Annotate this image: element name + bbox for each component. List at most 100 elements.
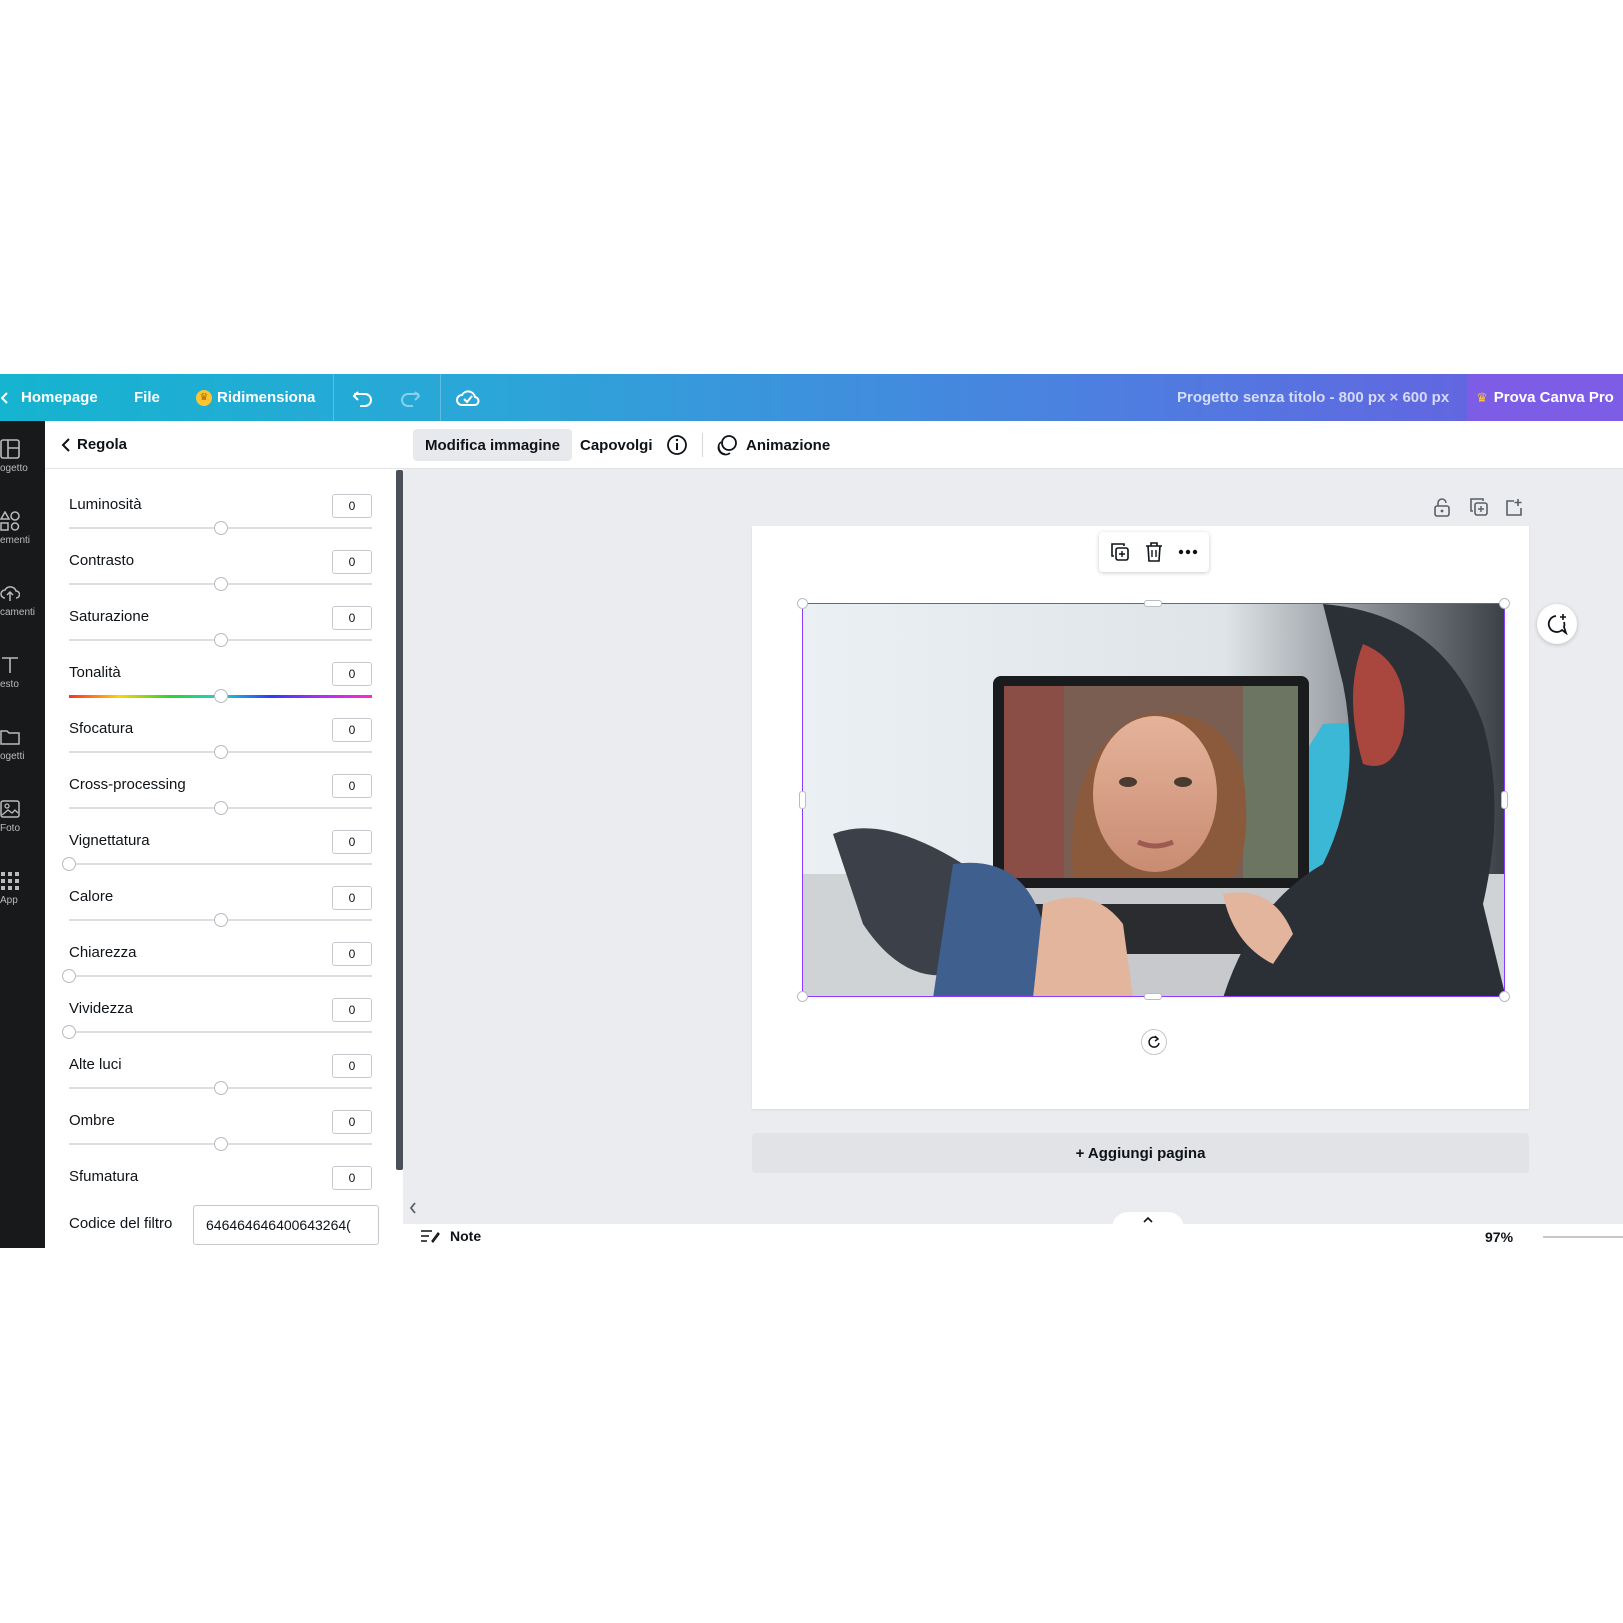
adjust-slider-thumb[interactable] <box>213 913 228 927</box>
resize-button[interactable]: ♛ Ridimensiona <box>196 374 315 421</box>
panel-header: Regola <box>45 421 403 469</box>
adjust-slider-thumb[interactable] <box>62 969 76 983</box>
adjust-label: Chiarezza <box>69 944 137 961</box>
resize-handle-bottom[interactable] <box>1144 993 1162 1000</box>
redo-icon[interactable] <box>399 374 421 421</box>
folder-icon <box>0 730 20 745</box>
adjust-row: Tonalità 0 <box>69 662 372 718</box>
resize-label: Ridimensiona <box>217 389 316 406</box>
more-options-icon[interactable] <box>1175 539 1201 565</box>
crown-icon: ♛ <box>196 389 212 406</box>
rail-item-projects[interactable]: ogetti <box>0 727 45 762</box>
photo-icon <box>0 800 20 818</box>
divider <box>333 374 334 421</box>
file-menu[interactable]: File <box>134 374 160 421</box>
adjust-value-input[interactable]: 0 <box>332 998 372 1022</box>
adjust-slider-thumb[interactable] <box>213 689 228 703</box>
adjust-slider-thumb[interactable] <box>213 521 228 535</box>
text-icon <box>2 657 18 673</box>
adjust-slider-track[interactable] <box>69 975 372 977</box>
info-icon[interactable] <box>666 429 688 461</box>
animation-icon <box>717 435 737 456</box>
adjust-row: Vignettatura 0 <box>62 830 372 886</box>
divider <box>702 433 703 457</box>
adjust-label: Vignettatura <box>69 832 150 849</box>
rotate-icon[interactable] <box>1141 1029 1167 1055</box>
chevron-left-icon[interactable] <box>0 374 10 421</box>
notes-label: Note <box>450 1228 482 1244</box>
homepage-button[interactable]: Homepage <box>21 374 98 421</box>
adjust-label: Alte luci <box>69 1056 122 1073</box>
adjust-slider-thumb[interactable] <box>213 577 228 591</box>
resize-handle-bottom-left[interactable] <box>797 991 808 1002</box>
flip-button[interactable]: Capovolgi <box>580 429 653 461</box>
adjust-value-input[interactable]: 0 <box>332 550 372 574</box>
adjust-value-input[interactable]: 0 <box>332 830 372 854</box>
zoom-level[interactable]: 97% <box>1485 1229 1513 1245</box>
undo-icon[interactable] <box>352 374 374 421</box>
rail-item-design[interactable]: ogetto <box>0 439 45 474</box>
try-canva-pro-button[interactable]: ♛ Prova Canva Pro <box>1467 374 1623 421</box>
rail-item-uploads[interactable]: camenti <box>0 583 45 618</box>
adjust-value-input[interactable]: 0 <box>332 774 372 798</box>
top-bar: Homepage File ♛ Ridimensiona Progetto se… <box>0 374 1623 421</box>
upload-cloud-icon <box>0 586 20 601</box>
notes-button[interactable]: Note <box>420 1228 481 1244</box>
edit-image-button[interactable]: Modifica immagine <box>413 429 573 461</box>
adjust-slider-thumb[interactable] <box>213 633 228 647</box>
animation-button[interactable]: Animazione <box>716 429 830 461</box>
adjust-slider-thumb[interactable] <box>62 857 76 871</box>
collapse-panel-icon[interactable] <box>404 1199 422 1217</box>
add-page-icon[interactable] <box>1501 494 1527 520</box>
adjust-value-input[interactable]: 0 <box>332 606 372 630</box>
adjust-label: Contrasto <box>69 552 135 569</box>
adjust-value-input[interactable]: 0 <box>332 886 372 910</box>
adjust-slider-thumb[interactable] <box>62 1025 76 1039</box>
lock-icon[interactable] <box>1429 494 1455 520</box>
adjust-slider-thumb[interactable] <box>213 1081 228 1095</box>
adjust-slider-thumb[interactable] <box>213 1137 228 1151</box>
rail-item-elements[interactable]: ementi <box>0 511 45 546</box>
adjust-value-input[interactable]: 0 <box>332 1110 372 1134</box>
resize-handle-top[interactable] <box>1144 600 1162 607</box>
resize-handle-top-left[interactable] <box>797 598 808 609</box>
resize-handle-right[interactable] <box>1501 791 1508 809</box>
zoom-slider[interactable] <box>1543 1236 1623 1238</box>
trash-icon[interactable] <box>1141 539 1167 565</box>
adjust-value-input[interactable]: 0 <box>332 942 372 966</box>
adjust-slider-track[interactable] <box>69 1031 372 1033</box>
adjust-value-input[interactable]: 0 <box>332 718 372 742</box>
adjust-slider-track[interactable] <box>69 863 372 865</box>
adjust-label: Sfumatura <box>69 1168 139 1185</box>
resize-handle-left[interactable] <box>799 791 806 809</box>
rail-item-photos[interactable]: Foto <box>0 799 45 834</box>
animation-label: Animazione <box>746 436 831 454</box>
duplicate-page-icon[interactable] <box>1466 494 1492 520</box>
adjust-value-input[interactable]: 0 <box>332 1166 372 1190</box>
add-comment-icon[interactable] <box>1537 604 1577 644</box>
panel-scrollbar[interactable] <box>396 470 403 1170</box>
adjust-row: Luminosità 0 <box>69 494 372 550</box>
rail-item-apps[interactable]: App <box>0 871 45 906</box>
adjust-label: Saturazione <box>69 608 150 625</box>
adjust-slider-thumb[interactable] <box>213 801 228 815</box>
add-page-button[interactable]: + Aggiungi pagina <box>752 1133 1529 1173</box>
resize-handle-bottom-right[interactable] <box>1499 991 1510 1002</box>
adjust-row: Alte luci 0 <box>69 1054 372 1110</box>
project-title[interactable]: Progetto senza titolo - 800 px × 600 px <box>1177 374 1449 421</box>
back-button[interactable]: Regola <box>61 436 127 453</box>
adjust-value-input[interactable]: 0 <box>332 1054 372 1078</box>
panel-title: Regola <box>77 436 128 453</box>
adjust-slider-thumb[interactable] <box>213 745 228 759</box>
resize-handle-top-right[interactable] <box>1499 598 1510 609</box>
crown-icon: ♛ <box>1476 389 1488 405</box>
filter-code-input[interactable]: 646464646400643264( <box>193 1205 379 1245</box>
cloud-saved-icon[interactable] <box>456 374 480 421</box>
adjust-label: Cross-processing <box>69 776 186 793</box>
rail-item-text[interactable]: esto <box>0 655 45 690</box>
adjust-value-input[interactable]: 0 <box>332 494 372 518</box>
selected-photo[interactable] <box>802 603 1505 997</box>
adjust-value-input[interactable]: 0 <box>332 662 372 686</box>
duplicate-icon[interactable] <box>1107 539 1133 565</box>
adjust-label: Luminosità <box>69 496 142 513</box>
